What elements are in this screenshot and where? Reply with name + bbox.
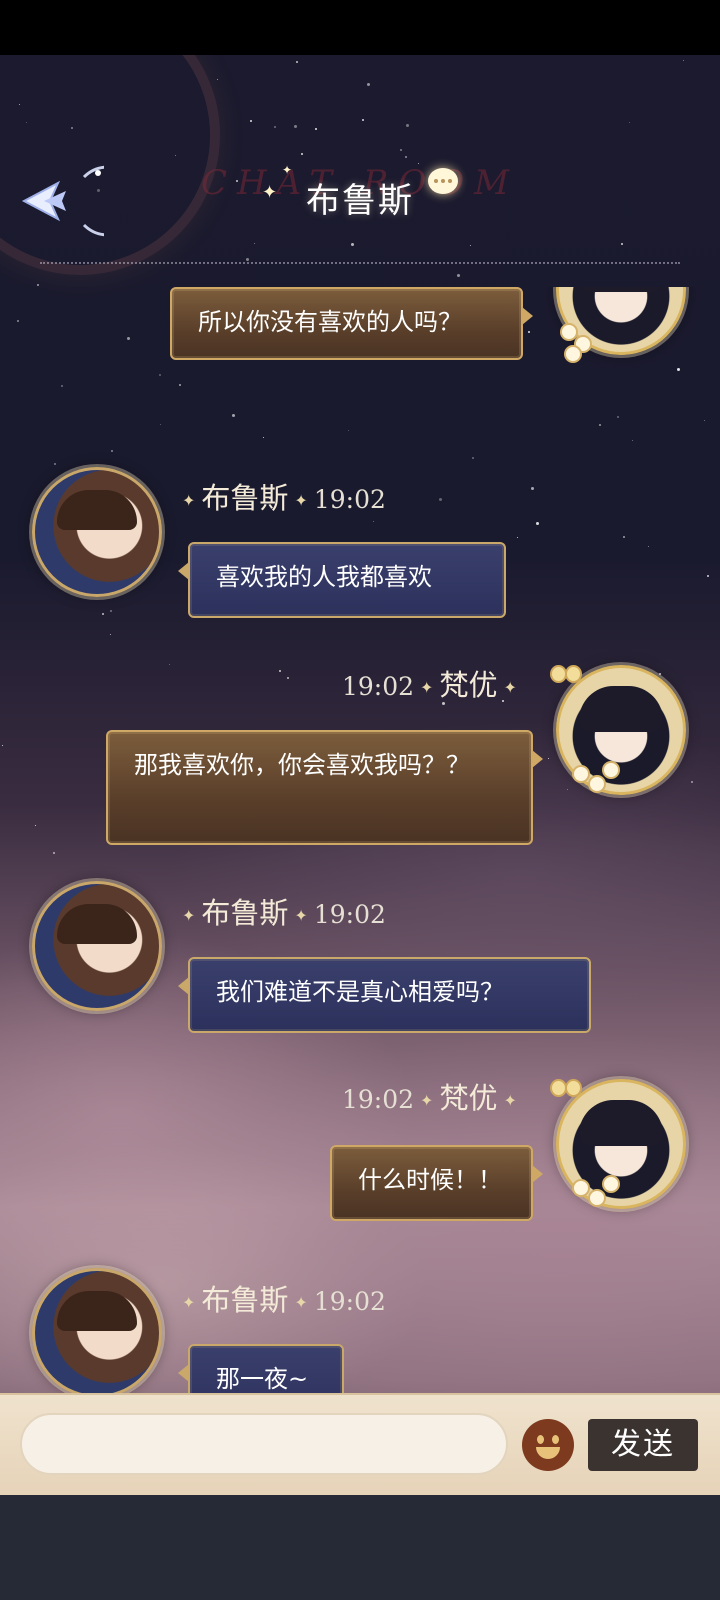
message-text: 那一夜~ [216, 1365, 309, 1393]
message-bubble: 那我喜欢你，你会喜欢我吗？？ [106, 730, 543, 845]
star-decoration [470, 245, 471, 246]
send-button[interactable]: 发送 [588, 1419, 698, 1471]
star-decoration [19, 104, 20, 105]
message-list[interactable]: 所以你没有喜欢的人吗？ ✦ 布鲁斯 ✦ 19:02 喜欢我的人我都喜欢 19:02 ✦ 梵… [0, 287, 720, 1427]
avatar-bruce[interactable] [32, 881, 162, 1011]
star-decoration [683, 60, 684, 61]
star-decoration [400, 149, 402, 151]
message-header: ✦ 布鲁斯 ✦ 19:02 [176, 475, 386, 517]
star-dot-icon: ✦ [420, 1090, 434, 1110]
message-header: 19:02 ✦ 梵优 ✦ [342, 662, 523, 704]
star-decoration [405, 156, 407, 158]
avatar-bruce[interactable] [32, 467, 162, 597]
star-decoration [175, 155, 176, 156]
message-header: 19:02 ✦ 梵优 ✦ [342, 1075, 523, 1117]
message-text: 喜欢我的人我都喜欢 [216, 563, 432, 591]
avatar-bruce[interactable] [32, 1268, 162, 1398]
status-bar [0, 0, 720, 55]
sender-name: 梵优 [439, 668, 498, 702]
sender-name: 布鲁斯 [201, 896, 289, 930]
star-decoration [629, 122, 630, 123]
star-dot-icon: ✦ [503, 677, 517, 697]
star-decoration [351, 243, 354, 246]
message-bubble: 什么时候！！ [330, 1145, 543, 1221]
message-bubble: 喜欢我的人我都喜欢 [178, 542, 506, 618]
star-dot-icon: ✦ [420, 677, 434, 697]
smiley-face-icon [536, 1447, 560, 1459]
back-button[interactable] [14, 165, 144, 237]
message-input[interactable] [20, 1413, 508, 1475]
star-decoration [406, 124, 409, 127]
message-time: 19:02 [313, 485, 386, 514]
message-bubble: 所以你没有喜欢的人吗？ [170, 287, 533, 360]
star-decoration [294, 125, 297, 128]
star-dot-icon: ✦ [294, 1292, 308, 1312]
page-title: 布鲁斯 [306, 181, 414, 221]
star-decoration [250, 120, 252, 122]
message-text: 什么时候！！ [358, 1166, 502, 1194]
star-decoration [274, 126, 276, 128]
bow-icon [550, 1077, 582, 1097]
star-decoration [71, 127, 73, 129]
star-dot-icon: ✦ [294, 905, 308, 925]
star-decoration [621, 243, 623, 245]
star-dot-icon: ✦ [182, 905, 196, 925]
chat-scene: CHAT ROOM ✦ ✦ 布鲁斯 所以你没有喜欢的人吗？ ✦ 布鲁斯 ✦ 19:02… [0, 55, 720, 1495]
star-dot-icon: ✦ [503, 1090, 517, 1110]
message-time: 19:02 [313, 1287, 386, 1316]
star-decoration [362, 119, 364, 121]
smiley-face-icon [552, 1435, 559, 1444]
emoji-button[interactable] [522, 1419, 574, 1471]
star-decoration [367, 83, 370, 86]
star-dot-icon: ✦ [182, 1292, 196, 1312]
message-time: 19:02 [313, 900, 386, 929]
smiley-face-icon [537, 1435, 544, 1444]
message-text: 所以你没有喜欢的人吗？ [198, 308, 462, 336]
message-time: 19:02 [342, 672, 415, 701]
sender-name: 布鲁斯 [201, 1283, 289, 1317]
star-decoration [37, 284, 39, 286]
message-text: 我们难道不是真心相爱吗？ [216, 978, 504, 1006]
star-decoration [254, 243, 255, 244]
star-decoration [296, 61, 298, 63]
message-header: ✦ 布鲁斯 ✦ 19:02 [176, 890, 386, 932]
sender-name: 布鲁斯 [201, 481, 289, 515]
message-time: 19:02 [342, 1085, 415, 1114]
header-divider [40, 262, 680, 264]
flower-decoration-icon [560, 315, 606, 363]
system-navigation-bar [0, 1495, 720, 1600]
star-dot-icon: ✦ [294, 490, 308, 510]
message-input-bar: 发送 [0, 1393, 720, 1497]
star-decoration [301, 153, 303, 155]
speech-bubble-icon [428, 168, 458, 194]
bow-icon [550, 663, 582, 683]
message-bubble: 我们难道不是真心相爱吗？ [178, 957, 591, 1033]
star-decoration [246, 258, 249, 261]
star-decoration [26, 122, 27, 123]
star-dot-icon: ✦ [182, 490, 196, 510]
star-decoration [457, 274, 460, 277]
flower-decoration-icon [572, 757, 620, 803]
star-decoration [217, 79, 218, 80]
back-arrow-icon [21, 165, 144, 237]
sender-name: 梵优 [439, 1081, 498, 1115]
flower-decoration-icon [572, 1171, 620, 1217]
star-decoration [315, 128, 317, 130]
message-text: 那我喜欢你，你会喜欢我吗？？ [134, 751, 470, 779]
message-header: ✦ 布鲁斯 ✦ 19:02 [176, 1277, 386, 1319]
